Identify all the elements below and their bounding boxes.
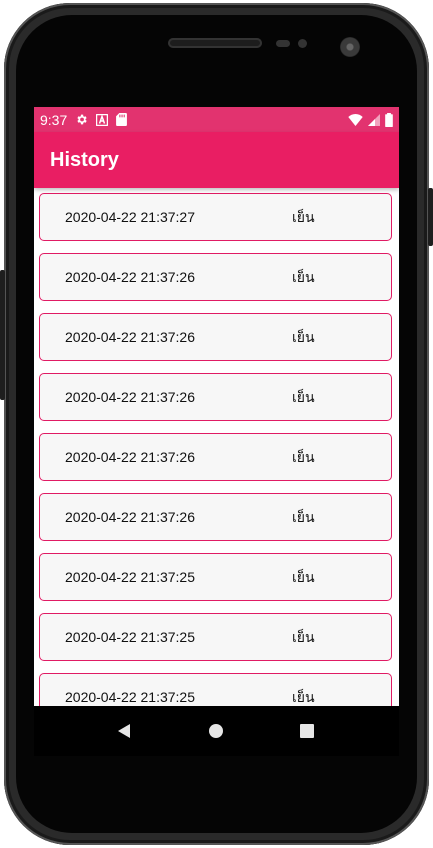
a-icon: [96, 113, 109, 126]
status-time: 9:37: [40, 111, 68, 128]
history-datetime: 2020-04-22 21:37:25: [65, 569, 195, 585]
list-item[interactable]: 2020-04-22 21:37:26 เย็น: [39, 313, 392, 361]
battery-icon: [385, 112, 393, 127]
history-datetime: 2020-04-22 21:37:26: [65, 449, 195, 465]
list-item[interactable]: 2020-04-22 21:37:26 เย็น: [39, 493, 392, 541]
sd-card-icon: [116, 113, 128, 126]
gear-icon: [75, 113, 88, 126]
list-item[interactable]: 2020-04-22 21:37:25 เย็น: [39, 553, 392, 601]
proximity-sensor: [276, 40, 290, 47]
history-label: เย็น: [292, 389, 315, 405]
list-item[interactable]: 2020-04-22 21:37:26 เย็น: [39, 253, 392, 301]
page-title: History: [50, 148, 119, 171]
history-label: เย็น: [292, 329, 315, 345]
history-label: เย็น: [292, 629, 315, 645]
history-datetime: 2020-04-22 21:37:27: [65, 209, 195, 225]
recents-icon[interactable]: [298, 722, 316, 740]
home-icon[interactable]: [207, 722, 225, 740]
history-datetime: 2020-04-22 21:37:26: [65, 509, 195, 525]
volume-button: [0, 270, 5, 400]
navigation-bar: [34, 706, 399, 756]
history-label: เย็น: [292, 689, 315, 705]
history-label: เย็น: [292, 449, 315, 465]
earpiece-speaker: [168, 38, 262, 48]
wifi-icon: [348, 113, 363, 126]
list-item[interactable]: 2020-04-22 21:37:25 เย็น: [39, 673, 392, 706]
history-label: เย็น: [292, 209, 315, 225]
list-item[interactable]: 2020-04-22 21:37:26 เย็น: [39, 373, 392, 421]
signal-icon: [368, 113, 380, 126]
screen: 9:37 History 2020-04-22 21:37:27 เย็น 20…: [34, 107, 399, 756]
status-bar: 9:37: [34, 107, 399, 132]
list-item[interactable]: 2020-04-22 21:37:27 เย็น: [39, 193, 392, 241]
history-label: เย็น: [292, 569, 315, 585]
history-datetime: 2020-04-22 21:37:26: [65, 269, 195, 285]
history-label: เย็น: [292, 509, 315, 525]
front-camera: [340, 37, 360, 57]
list-item[interactable]: 2020-04-22 21:37:26 เย็น: [39, 433, 392, 481]
list-item[interactable]: 2020-04-22 21:37:25 เย็น: [39, 613, 392, 661]
power-button: [428, 188, 433, 246]
history-list[interactable]: 2020-04-22 21:37:27 เย็น 2020-04-22 21:3…: [34, 188, 399, 706]
history-datetime: 2020-04-22 21:37:25: [65, 689, 195, 705]
light-sensor: [298, 39, 307, 48]
history-label: เย็น: [292, 269, 315, 285]
history-datetime: 2020-04-22 21:37:25: [65, 629, 195, 645]
history-datetime: 2020-04-22 21:37:26: [65, 389, 195, 405]
back-icon[interactable]: [115, 722, 133, 740]
app-bar: History: [34, 132, 399, 188]
history-datetime: 2020-04-22 21:37:26: [65, 329, 195, 345]
